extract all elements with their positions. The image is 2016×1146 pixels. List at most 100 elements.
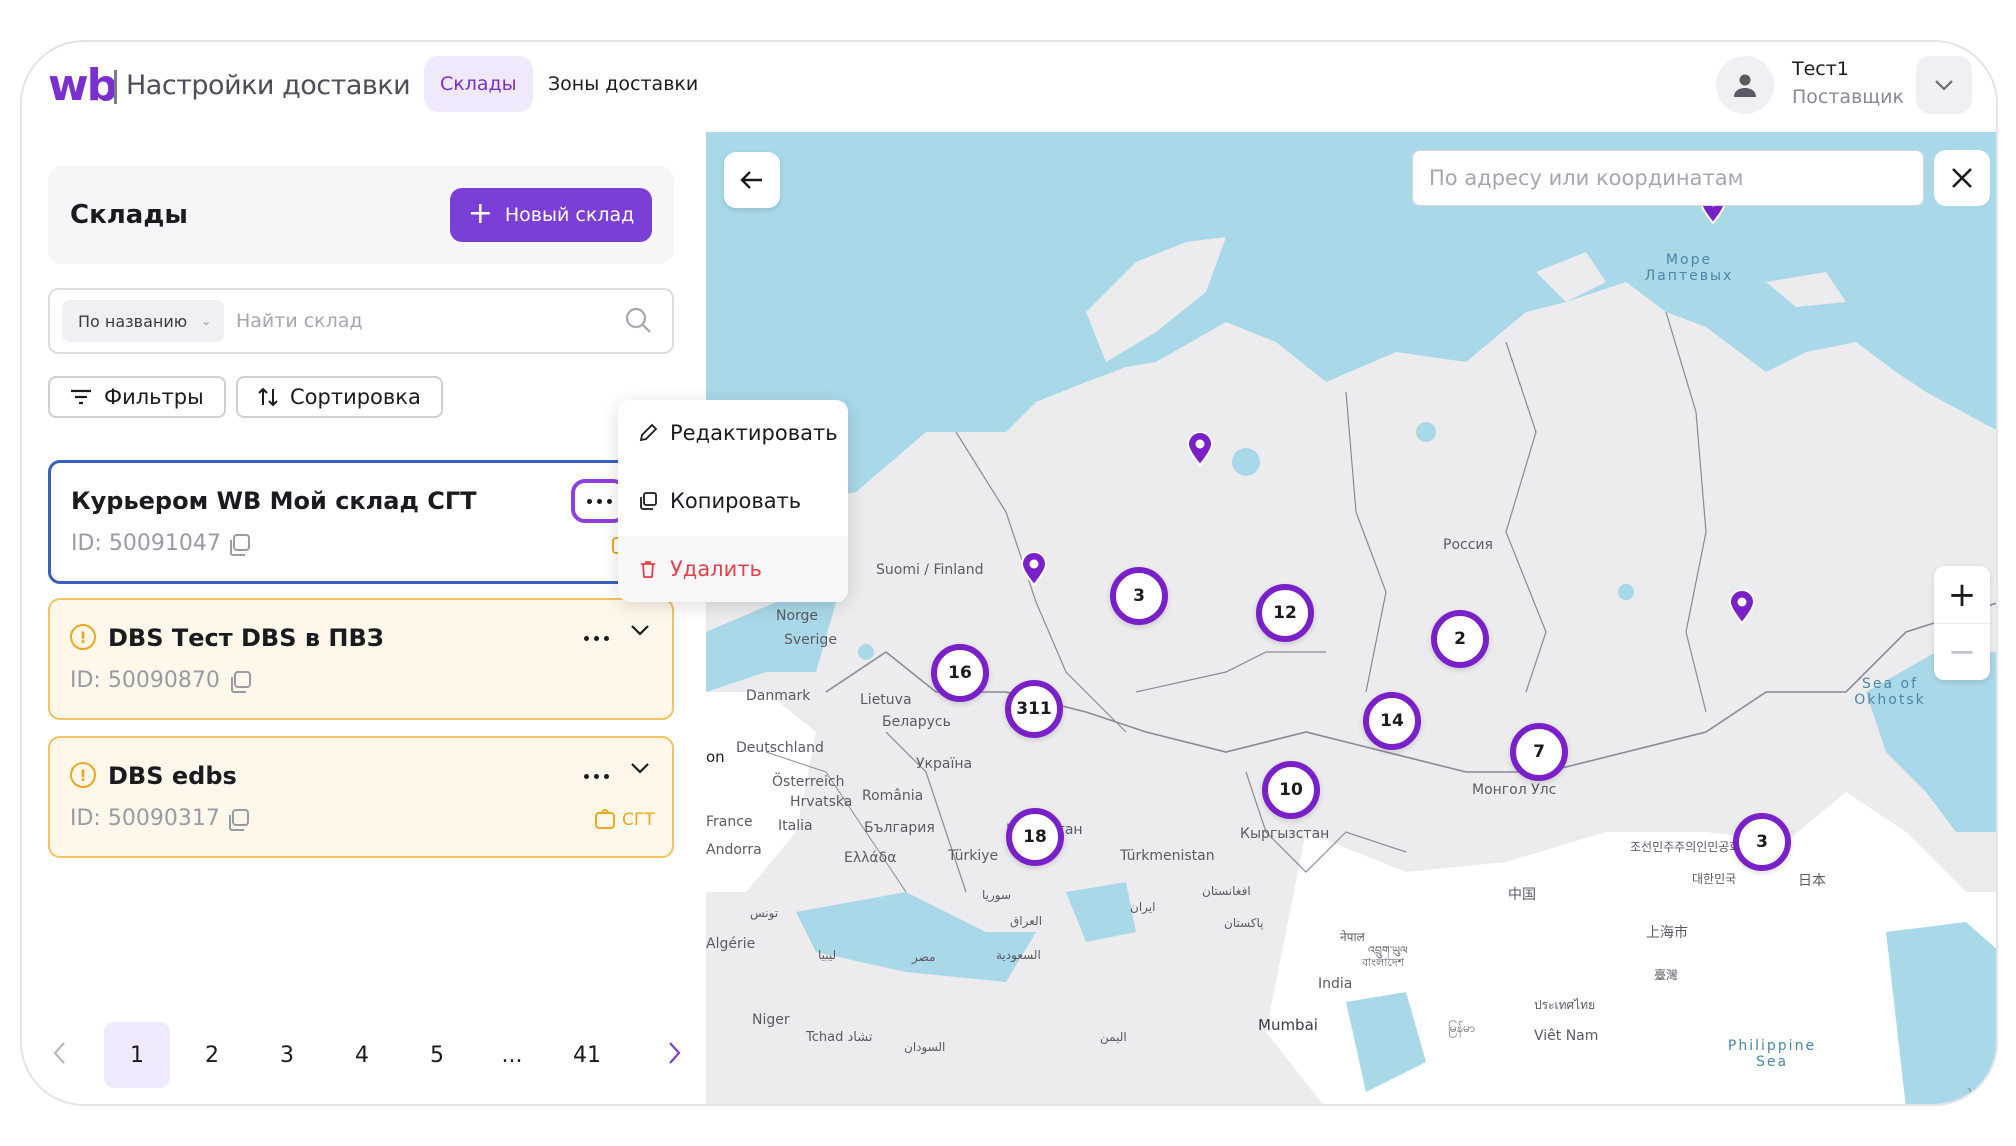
map-label: Andorra bbox=[706, 842, 762, 858]
warehouse-id: ID: 50090317 bbox=[70, 806, 220, 831]
map-label: မြန်မာ bbox=[1448, 1021, 1475, 1035]
panel-title: Склады bbox=[70, 200, 188, 230]
close-icon bbox=[1952, 168, 1972, 188]
more-actions-button[interactable] bbox=[568, 754, 624, 798]
map[interactable]: Россия Suomi / Finland Norge Sverige Dan… bbox=[706, 132, 1996, 1104]
map-label: ایران bbox=[1130, 900, 1156, 914]
wb-logo[interactable]: wb bbox=[48, 60, 118, 111]
page-button[interactable]: 3 bbox=[254, 1022, 320, 1088]
map-label: Deutschland bbox=[736, 740, 824, 756]
map-cluster[interactable]: 12 bbox=[1256, 584, 1314, 642]
map-label: افغانستان bbox=[1202, 884, 1251, 898]
map-cluster[interactable]: 3 bbox=[1110, 567, 1168, 625]
map-label: السودان bbox=[904, 1040, 946, 1054]
map-label: Ελλάδα bbox=[844, 850, 897, 866]
search-icon[interactable] bbox=[624, 306, 652, 334]
copy-icon[interactable] bbox=[226, 808, 250, 832]
map-basemap bbox=[706, 162, 1996, 1104]
map-label: Кыргызстан bbox=[1240, 826, 1330, 842]
menu-edit-label: Редактировать bbox=[670, 421, 838, 445]
menu-copy[interactable]: Копировать bbox=[618, 468, 848, 534]
map-cluster[interactable]: 18 bbox=[1006, 808, 1064, 866]
copy-icon[interactable] bbox=[228, 670, 252, 694]
map-label: العراق bbox=[1010, 914, 1043, 928]
warehouse-search[interactable]: По названию ⌄ Найти склад bbox=[48, 288, 674, 354]
menu-delete[interactable]: Удалить bbox=[618, 536, 848, 602]
map-close-button[interactable] bbox=[1934, 150, 1990, 206]
warehouse-card[interactable]: ! DBS Тест DBS в ПВЗ ID: 50090870 bbox=[48, 598, 674, 720]
map-label: 대한민국 bbox=[1692, 872, 1737, 886]
search-mode-select[interactable]: По названию ⌄ bbox=[62, 300, 224, 342]
map-address-search[interactable]: По адресу или координатам bbox=[1412, 150, 1924, 206]
logo-divider bbox=[114, 70, 117, 104]
map-label: 日本 bbox=[1798, 873, 1826, 889]
map-cluster[interactable]: 7 bbox=[1510, 723, 1568, 781]
menu-edit[interactable]: Редактировать bbox=[618, 400, 848, 466]
menu-copy-label: Копировать bbox=[670, 489, 802, 513]
map-label: Lietuva bbox=[860, 692, 912, 708]
page-button[interactable]: 41 bbox=[554, 1022, 620, 1088]
filters-button[interactable]: Фильтры bbox=[48, 376, 226, 418]
sort-label: Сортировка bbox=[290, 385, 421, 409]
page-button[interactable]: 5 bbox=[404, 1022, 470, 1088]
chevron-down-icon bbox=[1935, 80, 1953, 91]
warehouse-card[interactable]: ! DBS edbs ID: 50090317 СГТ bbox=[48, 736, 674, 858]
map-label: România bbox=[862, 788, 924, 804]
chevron-right-icon[interactable] bbox=[666, 1040, 682, 1066]
plus-icon: + bbox=[467, 195, 493, 231]
map-cluster[interactable]: 2 bbox=[1431, 610, 1489, 668]
user-menu-button[interactable] bbox=[1916, 56, 1972, 114]
sort-button[interactable]: Сортировка bbox=[236, 376, 443, 418]
map-label: Hrvatska bbox=[790, 794, 853, 810]
tab-delivery-zones[interactable]: Зоны доставки bbox=[532, 56, 714, 112]
warning-icon: ! bbox=[70, 624, 96, 650]
kg-icon bbox=[595, 809, 615, 829]
warehouse-id: ID: 50090870 bbox=[70, 668, 220, 693]
header: wb Настройки доставки Склады Зоны достав… bbox=[22, 42, 1996, 132]
map-label: 臺灣 bbox=[1654, 968, 1679, 982]
user-icon bbox=[1734, 74, 1756, 97]
map-label: Algérie bbox=[706, 936, 756, 952]
page-button[interactable]: 2 bbox=[179, 1022, 245, 1088]
chevron-down-icon[interactable] bbox=[630, 624, 650, 636]
map-label: Suomi / Finland bbox=[876, 562, 984, 578]
chevron-down-icon[interactable] bbox=[630, 762, 650, 774]
copy-icon bbox=[640, 492, 657, 510]
map-label: Россия bbox=[1443, 537, 1493, 553]
warehouse-card[interactable]: Курьером WB Мой склад СГТ ID: 50091047 bbox=[48, 460, 674, 584]
more-actions-button[interactable] bbox=[568, 616, 624, 660]
avatar[interactable] bbox=[1716, 56, 1774, 114]
pagination: 1 2 3 4 5 ... 41 bbox=[48, 1022, 688, 1088]
sort-icon bbox=[258, 387, 278, 407]
map-cluster[interactable]: 3 bbox=[1733, 813, 1791, 871]
chevron-left-icon[interactable] bbox=[52, 1040, 68, 1066]
map-pin-icon[interactable] bbox=[1187, 432, 1213, 466]
map-label: Україна bbox=[916, 756, 973, 772]
map-label: नेपाल bbox=[1340, 930, 1365, 944]
map-back-button[interactable] bbox=[724, 152, 780, 208]
page-button[interactable]: 4 bbox=[329, 1022, 395, 1088]
zoom-control: + − bbox=[1934, 566, 1990, 680]
zoom-in-button[interactable]: + bbox=[1934, 566, 1990, 623]
zoom-out-button[interactable]: − bbox=[1934, 623, 1990, 680]
new-warehouse-button[interactable]: + Новый склад bbox=[450, 188, 652, 242]
map-cluster[interactable]: 311 bbox=[1005, 680, 1063, 738]
user-name: Тест1 bbox=[1792, 58, 1849, 80]
map-label: Norge bbox=[776, 608, 819, 624]
map-cluster[interactable]: 16 bbox=[931, 644, 989, 702]
map-cluster[interactable]: 14 bbox=[1363, 692, 1421, 750]
tab-warehouses[interactable]: Склады bbox=[424, 56, 533, 112]
map-pin-icon[interactable] bbox=[1021, 552, 1047, 586]
page-ellipsis: ... bbox=[501, 1042, 523, 1068]
map-label: Беларусь bbox=[882, 714, 951, 730]
search-input[interactable]: Найти склад bbox=[236, 310, 363, 332]
map-pin-icon[interactable] bbox=[1729, 590, 1755, 624]
map-label: Tchad تشاد bbox=[806, 1030, 873, 1045]
user-role: Поставщик bbox=[1792, 86, 1904, 108]
map-label: مصر bbox=[912, 950, 936, 964]
context-menu: Редактировать Копировать Удалить bbox=[618, 400, 848, 602]
map-label: Mumbai bbox=[1258, 1016, 1318, 1034]
copy-icon[interactable] bbox=[227, 533, 251, 557]
page-button[interactable]: 1 bbox=[104, 1022, 170, 1088]
map-cluster[interactable]: 10 bbox=[1262, 761, 1320, 819]
